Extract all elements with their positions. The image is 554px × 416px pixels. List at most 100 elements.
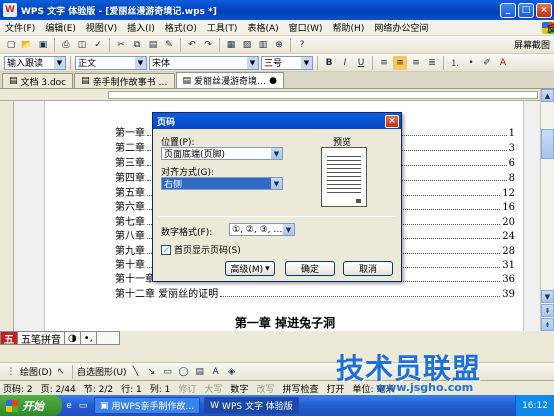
justify-icon[interactable]: ≣ bbox=[425, 56, 439, 70]
align-left-icon[interactable]: ≡ bbox=[377, 56, 391, 70]
doc-tab-3[interactable]: ▤ 爱丽丝漫游奇境… ● bbox=[175, 72, 284, 88]
new-document-icon[interactable]: ▢ bbox=[4, 38, 18, 52]
dialog-close-button[interactable]: × bbox=[385, 114, 399, 128]
redo-icon[interactable]: ↷ bbox=[201, 38, 215, 52]
menu-insert[interactable]: 插入(I) bbox=[122, 21, 160, 34]
highlight-icon[interactable]: ✐ bbox=[480, 56, 494, 70]
checkbox-check-icon[interactable]: ✓ bbox=[161, 244, 171, 255]
start-button[interactable]: 开始 bbox=[0, 395, 62, 416]
line-icon[interactable]: ╲ bbox=[129, 365, 143, 379]
clock[interactable]: 16:12 bbox=[522, 401, 548, 411]
align-center-icon[interactable]: ≡ bbox=[393, 55, 407, 70]
wordart-icon[interactable]: A bbox=[209, 365, 223, 379]
menu-view[interactable]: 视图(V) bbox=[81, 21, 122, 34]
menu-help[interactable]: 帮助(H) bbox=[328, 21, 370, 34]
modified-dot: ● bbox=[269, 75, 277, 86]
menu-table[interactable]: 表格(A) bbox=[242, 21, 283, 34]
bold-icon[interactable]: B bbox=[322, 56, 336, 70]
horizontal-ruler[interactable] bbox=[0, 89, 554, 101]
copy-icon[interactable]: ⧉ bbox=[130, 38, 144, 52]
scroll-thumb[interactable] bbox=[541, 129, 554, 159]
print-preview-icon[interactable]: ◫ bbox=[75, 38, 89, 52]
ime-logo-icon[interactable]: 五 bbox=[1, 332, 18, 346]
arrow-icon[interactable]: ↘ bbox=[145, 365, 159, 379]
status-track-changes[interactable]: 修订 bbox=[178, 382, 196, 395]
print-icon[interactable]: ⎙ bbox=[59, 38, 73, 52]
font-color-icon[interactable]: A bbox=[496, 56, 510, 70]
style-select[interactable]: 正文 ▼ bbox=[75, 55, 147, 70]
previous-page-icon[interactable]: ⇞ bbox=[541, 304, 554, 317]
menu-format[interactable]: 格式(O) bbox=[160, 21, 202, 34]
status-spell-check[interactable]: 拼写检查 bbox=[282, 382, 318, 395]
format-painter-icon[interactable]: ✎ bbox=[162, 38, 176, 52]
autoshape-menu[interactable]: 自选图形(U) bbox=[77, 365, 127, 378]
ok-button[interactable]: 确定 bbox=[285, 261, 335, 276]
insert-table-icon[interactable]: ▦ bbox=[224, 38, 238, 52]
select-pointer-icon[interactable]: ↖ bbox=[54, 365, 68, 379]
help-icon[interactable]: ? bbox=[295, 38, 309, 52]
save-icon[interactable]: ▣ bbox=[36, 38, 50, 52]
zoom-icon[interactable]: ⊕ bbox=[272, 38, 286, 52]
alignment-select[interactable]: 右侧 ▼ bbox=[161, 177, 283, 190]
menu-feedback[interactable]: 反馈(B) bbox=[542, 21, 554, 35]
minimize-button[interactable]: _ bbox=[500, 2, 516, 18]
drawing-options-icon[interactable]: ⋮ bbox=[4, 365, 18, 379]
first-page-checkbox[interactable]: ✓ 首页显示页码(S) bbox=[161, 243, 241, 256]
scroll-up-icon[interactable]: ▲ bbox=[541, 89, 554, 102]
underline-icon[interactable]: U bbox=[354, 56, 368, 70]
menu-network-office[interactable]: 网络办公空间 bbox=[369, 21, 433, 34]
insert-chart-icon[interactable]: ▥ bbox=[256, 38, 270, 52]
quick-launch-desktop-icon[interactable]: ▭ bbox=[76, 399, 90, 413]
open-folder-icon[interactable]: 📂 bbox=[20, 38, 34, 52]
input-mode-select[interactable]: 输入跟读 ▼ bbox=[4, 55, 66, 70]
toc-entry[interactable]: 第十二章 爱丽丝的证明 39 bbox=[115, 286, 515, 300]
status-unit[interactable]: 单位: 毫米 bbox=[352, 382, 394, 395]
textbox-icon[interactable]: ▤ bbox=[193, 365, 207, 379]
numbered-list-icon[interactable]: ⒈ bbox=[448, 56, 462, 70]
cut-icon[interactable]: ✂ bbox=[114, 38, 128, 52]
menu-tools[interactable]: 工具(T) bbox=[202, 21, 243, 34]
status-open[interactable]: 打开 bbox=[326, 382, 344, 395]
vertical-scrollbar[interactable]: ▲ ▼ ⇞ ⇟ bbox=[540, 89, 554, 331]
advanced-button[interactable]: 高级(M) ▾ bbox=[225, 261, 275, 276]
undo-icon[interactable]: ↶ bbox=[185, 38, 199, 52]
screenshot-button[interactable]: 屏幕截图 bbox=[514, 38, 554, 51]
ellipse-icon[interactable]: ◯ bbox=[177, 365, 191, 379]
insert-picture-icon[interactable]: ▨ bbox=[240, 38, 254, 52]
menu-file[interactable]: 文件(F) bbox=[0, 21, 40, 34]
close-button[interactable]: × bbox=[536, 2, 552, 18]
spell-check-icon[interactable]: ✓ bbox=[91, 38, 105, 52]
rectangle-icon[interactable]: ▭ bbox=[161, 365, 175, 379]
doc-tab-2[interactable]: ▤ 亲手制作故事书 … bbox=[74, 73, 175, 88]
doc-tab-1[interactable]: ▤ 文档 3.doc bbox=[2, 73, 74, 88]
ime-name[interactable]: 五笔拼音 bbox=[18, 332, 65, 346]
dialog-title-bar[interactable]: 页码 × bbox=[153, 113, 401, 129]
maximize-button[interactable]: □ bbox=[518, 2, 534, 18]
draw-menu[interactable]: 绘图(D) bbox=[20, 365, 52, 378]
paste-icon[interactable]: ▤ bbox=[146, 38, 160, 52]
status-overwrite[interactable]: 改写 bbox=[256, 382, 274, 395]
punctuation-icon[interactable]: •, bbox=[81, 332, 97, 344]
cancel-button[interactable]: 取消 bbox=[343, 261, 393, 276]
italic-icon[interactable]: I bbox=[338, 56, 352, 70]
number-format-select[interactable]: ①, ②, ③, … ▼ bbox=[229, 223, 295, 236]
vertical-ruler[interactable] bbox=[0, 101, 14, 331]
menu-edit[interactable]: 编辑(E) bbox=[40, 21, 81, 34]
next-page-icon[interactable]: ⇟ bbox=[541, 318, 554, 331]
font-select[interactable]: 宋体 ▼ bbox=[149, 55, 259, 70]
align-right-icon[interactable]: ≡ bbox=[409, 56, 423, 70]
scroll-down-icon[interactable]: ▼ bbox=[541, 290, 554, 303]
position-select[interactable]: 页面底端(页脚) ▼ bbox=[161, 147, 283, 160]
format-toolbar: 输入跟读 ▼ 正文 ▼ 宋体 ▼ 三号 ▼ B I U ≡ ≡ ≡ ≣ ⒈ • ✐ A bbox=[0, 54, 554, 72]
status-caps[interactable]: 大写 bbox=[204, 382, 222, 395]
taskbar-task-2[interactable]: W WPS 文字 体验版 bbox=[204, 397, 299, 414]
taskbar-task-1[interactable]: ▣ 用WPS亲手制作故... bbox=[94, 397, 201, 414]
half-width-icon[interactable]: ◑ bbox=[65, 332, 81, 344]
status-num[interactable]: 数字 bbox=[230, 382, 248, 395]
fill-color-icon[interactable]: ◈ bbox=[225, 365, 239, 379]
font-size-select[interactable]: 三号 ▼ bbox=[261, 55, 313, 70]
quick-launch-browser-icon[interactable]: e bbox=[62, 399, 76, 413]
bullet-list-icon[interactable]: • bbox=[464, 56, 478, 70]
menu-window[interactable]: 窗口(W) bbox=[284, 21, 328, 34]
chapter-heading[interactable]: 第一章 掉进兔子洞 bbox=[45, 314, 525, 331]
